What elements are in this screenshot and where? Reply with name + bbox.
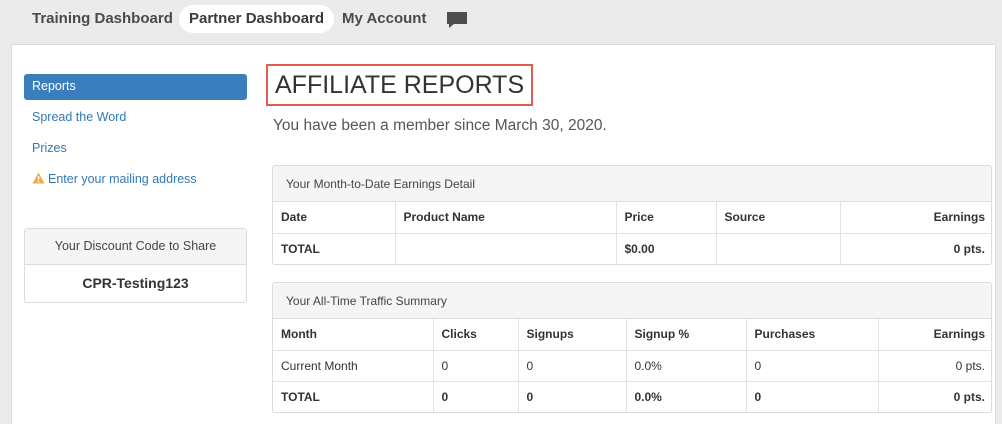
top-nav: Training Dashboard Partner Dashboard My … <box>0 0 1002 38</box>
total-source <box>715 232 840 264</box>
sidebar-item-label: Enter your mailing address <box>48 172 197 186</box>
sidebar: Reports Spread the Word Prizes Enter you… <box>24 74 247 198</box>
sidebar-item-mailing-address[interactable]: Enter your mailing address <box>24 167 247 193</box>
table-total-row: TOTAL 0 0 0.0% 0 0 pts. <box>273 380 991 412</box>
table-total-row: TOTAL $0.00 0 pts. <box>273 232 991 264</box>
column-header-month: Month <box>281 327 317 342</box>
nav-partner-dashboard[interactable]: Partner Dashboard <box>179 5 335 33</box>
content-area: Reports Spread the Word Prizes Enter you… <box>11 44 996 424</box>
table-header-row: Month Clicks Signups Signup % Purchases … <box>273 319 991 350</box>
page-title: AFFILIATE REPORTS <box>266 64 534 106</box>
table-header-row: Date Product Name Price Source Earnings <box>273 202 991 233</box>
column-header-product-name: Product Name <box>394 202 616 233</box>
row-signup-pct: 0.0% <box>625 349 746 381</box>
column-header-signup-pct: Signup % <box>625 319 746 350</box>
row-purchases: 0 <box>745 349 878 381</box>
traffic-panel: Your All-Time Traffic Summary Month Clic… <box>272 282 992 413</box>
column-header-clicks: Clicks <box>432 319 518 350</box>
member-since-text: You have been a member since March 30, 2… <box>273 117 607 134</box>
table-row: Current Month 0 0 0.0% 0 0 pts. <box>273 349 991 381</box>
traffic-table: Month Clicks Signups Signup % Purchases … <box>273 319 991 412</box>
sidebar-item-label: Spread the Word <box>32 110 127 124</box>
chat-bubble-icon[interactable] <box>446 11 468 29</box>
total-earnings: 0 pts. <box>839 232 991 264</box>
sidebar-item-reports[interactable]: Reports <box>24 74 247 100</box>
column-header-signups: Signups <box>517 319 626 350</box>
nav-training-dashboard[interactable]: Training Dashboard <box>22 5 183 33</box>
total-signup-pct: 0.0% <box>625 380 746 412</box>
total-price: $0.00 <box>615 232 716 264</box>
total-earnings: 0 pts. <box>877 380 991 412</box>
earnings-panel: Your Month-to-Date Earnings Detail Date … <box>272 165 992 265</box>
earnings-table: Date Product Name Price Source Earnings … <box>273 202 991 264</box>
total-label: TOTAL <box>273 232 395 264</box>
row-month: Current Month <box>273 349 433 381</box>
column-header-price: Price <box>615 202 716 233</box>
discount-code-value: CPR-Testing123 <box>82 275 189 291</box>
sidebar-item-prizes[interactable]: Prizes <box>24 136 247 162</box>
column-header-earnings: Earnings <box>877 319 991 350</box>
total-signups: 0 <box>517 380 626 412</box>
discount-code-panel: Your Discount Code to Share CPR-Testing1… <box>24 228 247 303</box>
column-header-date: Date <box>281 210 308 225</box>
discount-code-heading: Your Discount Code to Share <box>25 229 246 265</box>
column-header-purchases: Purchases <box>745 319 878 350</box>
total-clicks: 0 <box>432 380 518 412</box>
sidebar-item-label: Prizes <box>32 141 67 155</box>
earnings-heading: Your Month-to-Date Earnings Detail <box>273 166 991 202</box>
sidebar-item-spread-the-word[interactable]: Spread the Word <box>24 105 247 131</box>
total-purchases: 0 <box>745 380 878 412</box>
column-header-earnings: Earnings <box>839 202 991 233</box>
row-clicks: 0 <box>432 349 518 381</box>
total-product <box>394 232 616 264</box>
traffic-heading: Your All-Time Traffic Summary <box>273 283 991 319</box>
warning-icon <box>32 172 45 184</box>
sidebar-item-label: Reports <box>32 79 76 93</box>
row-signups: 0 <box>517 349 626 381</box>
row-earnings: 0 pts. <box>877 349 991 381</box>
total-month: TOTAL <box>273 380 433 412</box>
nav-my-account[interactable]: My Account <box>332 5 436 33</box>
column-header-source: Source <box>715 202 840 233</box>
